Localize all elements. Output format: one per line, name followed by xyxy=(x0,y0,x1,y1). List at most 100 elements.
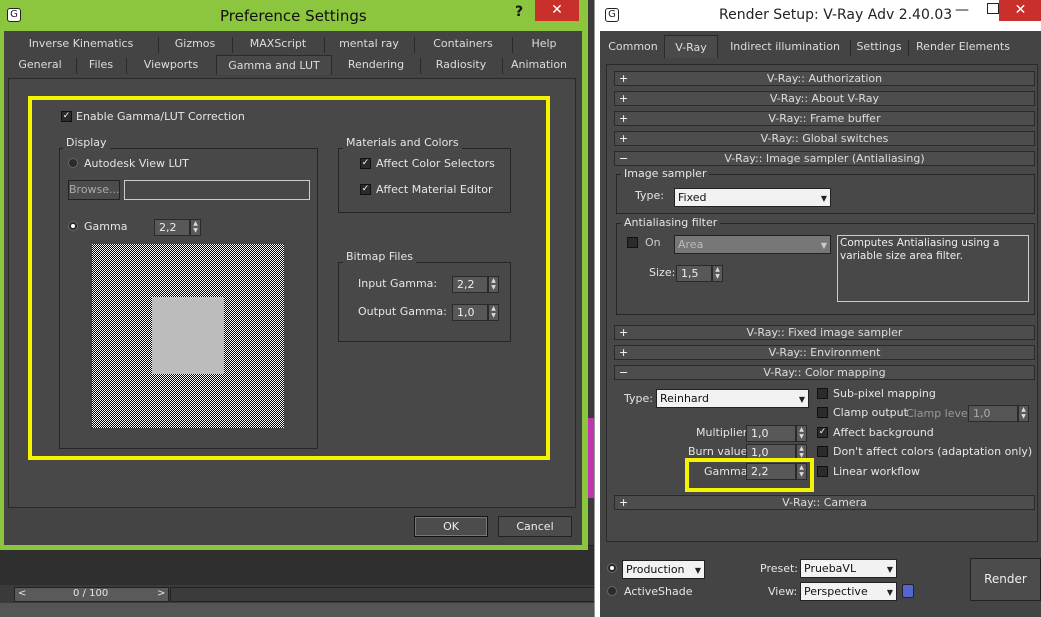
status-bar xyxy=(0,603,595,617)
preset-value: PruebaVL xyxy=(804,562,857,575)
clamp-output-checkbox[interactable] xyxy=(817,407,828,418)
gamma-radio[interactable] xyxy=(68,221,78,231)
size-spinner[interactable]: ▲ ▼ xyxy=(712,265,723,282)
clamp-level-spinner[interactable]: ▲ ▼ xyxy=(1018,405,1029,422)
preset-dropdown[interactable]: PruebaVL ▼ xyxy=(800,559,897,578)
help-icon[interactable]: ? xyxy=(515,4,523,20)
filter-type-dropdown[interactable]: Area ▼ xyxy=(674,235,831,254)
tab-viewports[interactable]: Viewports xyxy=(128,55,214,75)
render-button[interactable]: Render xyxy=(970,558,1041,601)
timeline-track[interactable] xyxy=(170,587,595,602)
tab-rendering[interactable]: Rendering xyxy=(334,55,418,75)
lut-label: Autodesk View LUT xyxy=(84,157,189,170)
production-dropdown[interactable]: Production ▼ xyxy=(622,560,705,579)
render-tab-render-elements[interactable]: Render Elements xyxy=(910,36,1016,58)
clamp-output-label: Clamp output xyxy=(833,406,908,419)
enable-gamma-label: Enable Gamma/LUT Correction xyxy=(76,110,245,123)
timeline-bar[interactable]: < 0 / 100 > xyxy=(14,587,169,602)
linear-workflow-checkbox[interactable] xyxy=(817,466,828,477)
size-label: Size: xyxy=(649,266,676,279)
input-gamma-spinner[interactable]: ▲ ▼ xyxy=(488,276,499,293)
cancel-button[interactable]: Cancel xyxy=(498,516,572,537)
rollout-about-label: V-Ray:: About V-Ray xyxy=(769,92,880,105)
minimize-button[interactable]: — xyxy=(955,2,969,18)
tab-files[interactable]: Files xyxy=(78,55,124,75)
output-gamma-input[interactable]: 1,0 xyxy=(452,304,488,321)
rollout-fixed-sampler[interactable]: + V-Ray:: Fixed image sampler xyxy=(614,325,1035,340)
affect-color-selectors-checkbox[interactable]: ✓ xyxy=(360,158,371,169)
chevron-down-icon: ▼ xyxy=(694,566,701,575)
affect-material-editor-checkbox[interactable]: ✓ xyxy=(360,184,371,195)
gamma-test-pattern xyxy=(92,244,284,428)
multiplier-input[interactable]: 1,0 xyxy=(746,425,796,442)
cm-type-dropdown[interactable]: Reinhard ▼ xyxy=(656,389,809,408)
sampler-type-value: Fixed xyxy=(678,191,707,204)
chevron-down-icon: ▼ xyxy=(820,241,827,250)
multiplier-spinner[interactable]: ▲ ▼ xyxy=(796,425,807,442)
rollout-authorization[interactable]: + V-Ray:: Authorization xyxy=(614,71,1035,86)
clamp-level-label: Clamp level: xyxy=(906,407,975,420)
tab-maxscript[interactable]: MAXScript xyxy=(234,34,322,54)
browse-button[interactable]: Browse... xyxy=(68,180,120,200)
tab-containers[interactable]: Containers xyxy=(416,34,510,54)
maximize-button[interactable] xyxy=(987,3,999,14)
rollout-color-mapping[interactable]: − V-Ray:: Color mapping xyxy=(614,365,1035,380)
timeline-prev[interactable]: < xyxy=(18,588,26,599)
activeshade-radio[interactable] xyxy=(607,586,617,596)
rollout-global-switches[interactable]: + V-Ray:: Global switches xyxy=(614,131,1035,146)
input-gamma-input[interactable]: 2,2 xyxy=(452,276,488,293)
tab-general[interactable]: General xyxy=(6,55,74,75)
pref-titlebar[interactable]: G Preference Settings ? ✕ xyxy=(0,0,588,30)
timeline-next[interactable]: > xyxy=(157,588,165,599)
affect-background-checkbox[interactable]: ✓ xyxy=(817,427,828,438)
multiplier-label: Multiplier: xyxy=(696,426,751,439)
tab-radiosity[interactable]: Radiosity xyxy=(422,55,500,75)
render-tab-vray[interactable]: V-Ray xyxy=(664,35,718,58)
size-input[interactable]: 1,5 xyxy=(676,265,712,282)
gamma-spinner[interactable]: ▲ ▼ xyxy=(190,219,201,236)
chevron-down-icon: ▼ xyxy=(886,588,893,597)
pref-title: Preference Settings xyxy=(220,7,367,25)
gamma-test-square xyxy=(152,297,224,374)
lut-path-field[interactable] xyxy=(124,180,310,200)
lock-view-icon[interactable] xyxy=(902,584,914,598)
bitmap-group xyxy=(338,262,511,342)
image-sampler-group-label: Image sampler xyxy=(621,167,710,180)
clamp-level-input[interactable]: 1,0 xyxy=(968,405,1018,422)
ok-button[interactable]: OK xyxy=(414,516,488,537)
gamma-input[interactable]: 2,2 xyxy=(154,219,190,236)
tab-mental-ray[interactable]: mental ray xyxy=(326,34,412,54)
rollout-environment-label: V-Ray:: Environment xyxy=(768,346,881,359)
tab-gizmos[interactable]: Gizmos xyxy=(160,34,230,54)
rollout-about[interactable]: + V-Ray:: About V-Ray xyxy=(614,91,1035,106)
production-radio[interactable] xyxy=(607,563,617,573)
render-close-button[interactable]: ✕ xyxy=(999,0,1041,21)
rollout-image-sampler[interactable]: − V-Ray:: Image sampler (Antialiasing) xyxy=(614,151,1035,166)
app-logo-icon: G xyxy=(7,8,21,22)
tab-help[interactable]: Help xyxy=(514,34,574,54)
gamma-label: Gamma xyxy=(84,220,128,233)
sub-pixel-checkbox[interactable] xyxy=(817,388,828,399)
preset-label: Preset: xyxy=(760,562,799,575)
aa-on-checkbox[interactable] xyxy=(627,237,638,248)
sampler-type-dropdown[interactable]: Fixed ▼ xyxy=(674,188,831,207)
tab-animation[interactable]: Animation xyxy=(504,55,574,75)
lut-radio[interactable] xyxy=(68,158,78,168)
tab-gamma-and-lut[interactable]: Gamma and LUT xyxy=(216,55,332,75)
view-dropdown[interactable]: Perspective ▼ xyxy=(800,582,897,601)
close-button[interactable]: ✕ xyxy=(535,0,579,21)
tab-inverse-kinematics[interactable]: Inverse Kinematics xyxy=(6,34,156,54)
render-tab-indirect[interactable]: Indirect illumination xyxy=(722,36,848,58)
render-tab-settings[interactable]: Settings xyxy=(852,36,906,58)
rollout-authorization-label: V-Ray:: Authorization xyxy=(766,72,883,85)
viewport-background xyxy=(0,545,595,585)
rollout-environment[interactable]: + V-Ray:: Environment xyxy=(614,345,1035,360)
rollout-global-switches-label: V-Ray:: Global switches xyxy=(760,132,889,145)
dont-affect-checkbox[interactable] xyxy=(817,446,828,457)
display-group-label: Display xyxy=(63,136,110,149)
output-gamma-spinner[interactable]: ▲ ▼ xyxy=(488,304,499,321)
rollout-camera[interactable]: + V-Ray:: Camera xyxy=(614,495,1035,510)
rollout-frame-buffer[interactable]: + V-Ray:: Frame buffer xyxy=(614,111,1035,126)
render-tab-common[interactable]: Common xyxy=(603,36,663,58)
enable-gamma-checkbox[interactable]: ✓ xyxy=(61,111,72,122)
